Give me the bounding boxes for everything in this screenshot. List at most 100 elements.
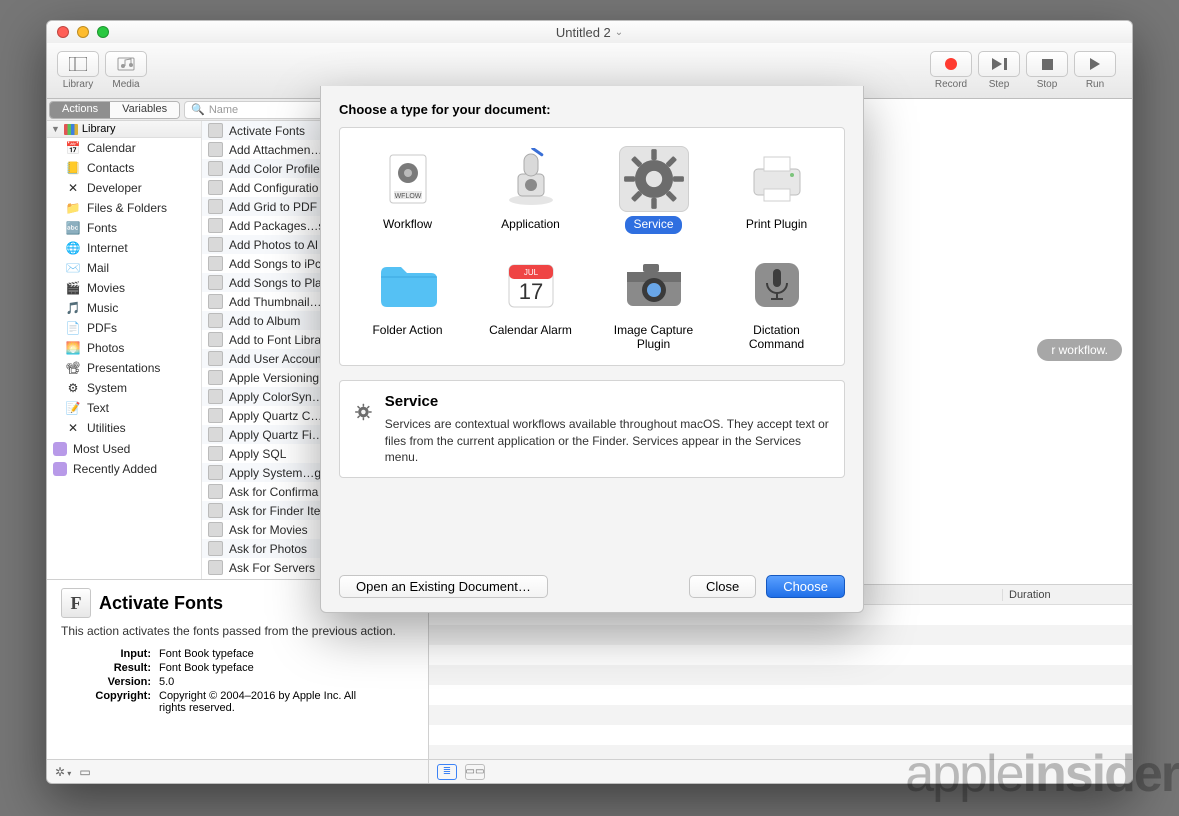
close-window-button[interactable] xyxy=(57,26,69,38)
new-document-sheet: Choose a type for your document: WFLOW W… xyxy=(320,86,864,613)
doctype-image-capture-plugin[interactable]: Image Capture Plugin xyxy=(596,246,711,360)
category-item[interactable]: ✉️Mail xyxy=(47,258,201,278)
action-icon xyxy=(208,313,223,328)
action-icon xyxy=(208,199,223,214)
action-icon xyxy=(208,389,223,404)
category-item[interactable]: 📅Calendar xyxy=(47,138,201,158)
category-icon: ✕ xyxy=(65,420,81,436)
media-button[interactable] xyxy=(105,51,147,77)
category-item[interactable]: 🎵Music xyxy=(47,298,201,318)
category-item[interactable]: ⚙System xyxy=(47,378,201,398)
category-icon: 🔤 xyxy=(65,220,81,236)
category-icon: 🌐 xyxy=(65,240,81,256)
action-label: Add Color Profile xyxy=(229,162,320,176)
action-icon xyxy=(208,275,223,290)
zoom-window-button[interactable] xyxy=(97,26,109,38)
category-label: Contacts xyxy=(87,161,134,175)
category-item[interactable]: 🌅 Photos xyxy=(47,338,201,358)
action-icon xyxy=(208,351,223,366)
category-label: Presentations xyxy=(87,361,160,375)
library-header-label: Library xyxy=(82,123,116,135)
drop-hint-pill: r workflow. xyxy=(1037,339,1122,361)
action-label: Ask for Finder Ite xyxy=(229,504,320,518)
gear-icon xyxy=(354,393,373,431)
action-icon xyxy=(208,142,223,157)
action-label: Ask for Movies xyxy=(229,523,308,537)
doctype-folder-action[interactable]: Folder Action xyxy=(350,246,465,360)
category-item[interactable]: 🔤Fonts xyxy=(47,218,201,238)
library-collapse-button[interactable]: ▭ xyxy=(79,765,90,779)
action-icon xyxy=(208,503,223,518)
category-item[interactable]: 📒Contacts xyxy=(47,158,201,178)
action-label: Add Songs to Pla xyxy=(229,276,322,290)
view-mode-flow-button[interactable]: ≣ xyxy=(437,764,457,780)
view-mode-list-button[interactable]: ▭▭ xyxy=(465,764,485,780)
smart-folder-icon xyxy=(53,462,67,476)
gear-icon xyxy=(620,143,688,215)
library-toggle-button[interactable] xyxy=(57,51,99,77)
info-input-value: Font Book typeface xyxy=(159,648,414,660)
record-label: Record xyxy=(935,79,967,90)
record-button[interactable] xyxy=(930,51,972,77)
category-item[interactable]: 🌐Internet xyxy=(47,238,201,258)
run-button[interactable] xyxy=(1074,51,1116,77)
search-placeholder: Name xyxy=(209,104,238,116)
action-label: Apply Quartz Fi… xyxy=(229,428,324,442)
minimize-window-button[interactable] xyxy=(77,26,89,38)
log-col-duration: Duration xyxy=(1002,589,1132,601)
action-label: Ask for Photos xyxy=(229,542,307,556)
workflow-icon: WFLOW xyxy=(380,151,436,207)
category-item[interactable]: 📄PDFs xyxy=(47,318,201,338)
doctype-dictation-command[interactable]: Dictation Command xyxy=(719,246,834,360)
application-icon xyxy=(500,148,562,210)
library-icon xyxy=(64,124,78,135)
segment-actions[interactable]: Actions xyxy=(50,102,110,118)
category-item[interactable]: 🎬Movies xyxy=(47,278,201,298)
title-chevron-icon[interactable]: ⌄ xyxy=(615,27,623,38)
step-label: Step xyxy=(989,79,1010,90)
segment-variables[interactable]: Variables xyxy=(110,102,179,118)
category-label: Photos xyxy=(87,341,124,355)
document-type-grid: WFLOW Workflow Application Service Print… xyxy=(339,127,845,366)
stop-button[interactable] xyxy=(1026,51,1068,77)
choose-button[interactable]: Choose xyxy=(766,575,845,598)
doctype-workflow[interactable]: WFLOW Workflow xyxy=(350,140,465,240)
category-list[interactable]: ▼ Library 📅Calendar📒Contacts✕Developer📁F… xyxy=(47,121,202,579)
smart-folder-item[interactable]: Most Used xyxy=(47,440,201,458)
open-existing-button[interactable]: Open an Existing Document… xyxy=(339,575,548,598)
step-button[interactable] xyxy=(978,51,1020,77)
doctype-application[interactable]: Application xyxy=(473,140,588,240)
category-icon: 📅 xyxy=(65,140,81,156)
category-label: PDFs xyxy=(87,321,117,335)
category-item[interactable]: ✕Developer xyxy=(47,178,201,198)
sidebar-icon xyxy=(69,57,87,71)
smart-folder-label: Most Used xyxy=(73,442,130,456)
category-item[interactable]: ✕Utilities xyxy=(47,418,201,438)
stop-icon xyxy=(1042,59,1053,70)
printer-icon xyxy=(746,151,808,207)
library-gear-menu[interactable]: ✲ xyxy=(55,765,71,779)
folder-icon xyxy=(375,259,441,311)
library-header-row[interactable]: ▼ Library xyxy=(47,121,201,138)
doctype-calendar-alarm[interactable]: JUL17 Calendar Alarm xyxy=(473,246,588,360)
library-mode-segment[interactable]: Actions Variables xyxy=(49,101,180,119)
library-footbar: ✲ ▭ xyxy=(47,759,428,783)
category-item[interactable]: 📝Text xyxy=(47,398,201,418)
doctype-service[interactable]: Service xyxy=(596,140,711,240)
media-label: Media xyxy=(112,79,139,90)
smart-folder-item[interactable]: Recently Added xyxy=(47,460,201,478)
close-button[interactable]: Close xyxy=(689,575,756,598)
disclosure-triangle-icon[interactable]: ▼ xyxy=(51,124,60,134)
action-label: Add Packages…s xyxy=(229,219,324,233)
action-label: Ask for Confirma xyxy=(229,485,318,499)
category-item[interactable]: 📁Files & Folders xyxy=(47,198,201,218)
category-item[interactable]: 📽Presentations xyxy=(47,358,201,378)
info-copyright-key: Copyright: xyxy=(61,690,151,714)
svg-text:17: 17 xyxy=(518,279,542,304)
category-icon: 🌅 xyxy=(65,340,81,356)
doctype-calendar-alarm-label: Calendar Alarm xyxy=(481,322,580,340)
smart-folder-icon xyxy=(53,442,67,456)
titlebar: Untitled 2⌄ xyxy=(47,21,1132,43)
doctype-print-plugin[interactable]: Print Plugin xyxy=(719,140,834,240)
action-label: Add Songs to iPc xyxy=(229,257,321,271)
